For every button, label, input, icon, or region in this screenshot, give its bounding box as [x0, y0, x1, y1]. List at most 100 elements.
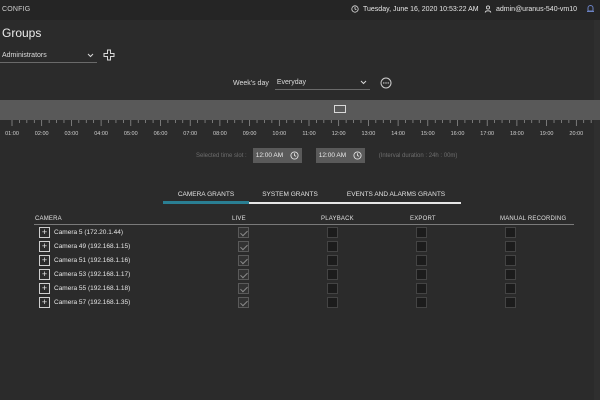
app-title: CONFIG	[2, 6, 31, 13]
export-checkbox[interactable]	[416, 297, 427, 308]
header-live: LIVE	[232, 216, 246, 222]
live-checkbox[interactable]	[238, 269, 249, 280]
slot-end-value: 12:00 AM	[318, 152, 347, 159]
slot-end-field[interactable]: 12:00 AM	[315, 148, 365, 163]
live-checkbox[interactable]	[238, 227, 249, 238]
chevron-down-icon	[87, 53, 94, 57]
playback-checkbox[interactable]	[327, 297, 338, 308]
manual-checkbox[interactable]	[505, 227, 516, 238]
header-playback: PLAYBACK	[321, 216, 354, 222]
manual-checkbox[interactable]	[505, 283, 516, 294]
table-header-divider	[34, 224, 574, 225]
hour-tick-label: 15:00	[420, 131, 435, 137]
hour-tick-label: 11:00	[302, 131, 316, 137]
playback-checkbox[interactable]	[327, 283, 338, 294]
time-slot-row: Selected time slot : 12:00 AM 12:00 AM (…	[196, 148, 457, 163]
table-row: + Camera 57 (192.168.1.35)	[0, 296, 600, 310]
time-range-handle[interactable]	[334, 105, 346, 113]
datetime-display: Tuesday, June 16, 2020 10:53:22 AM	[351, 5, 479, 13]
manual-checkbox[interactable]	[505, 269, 516, 280]
datetime-text: Tuesday, June 16, 2020 10:53:22 AM	[363, 5, 479, 13]
hour-tick-label: 05:00	[123, 131, 138, 137]
expand-icon[interactable]: +	[39, 227, 50, 238]
time-range-slider[interactable]	[0, 100, 600, 120]
export-checkbox[interactable]	[416, 255, 427, 266]
week-day-label: Week's day	[233, 79, 269, 87]
expand-icon[interactable]: +	[39, 255, 50, 266]
expand-icon[interactable]: +	[39, 269, 50, 280]
export-checkbox[interactable]	[416, 283, 427, 294]
table-row: + Camera 55 (192.168.1.18)	[0, 282, 600, 296]
manual-checkbox[interactable]	[505, 297, 516, 308]
hour-tick-label: 02:00	[34, 131, 49, 137]
expand-icon[interactable]: +	[39, 241, 50, 252]
time-slot-label: Selected time slot :	[196, 152, 247, 159]
camera-name: Camera 57 (192.168.1.35)	[54, 299, 131, 306]
hour-tick-label: 20:00	[569, 131, 584, 137]
camera-name: Camera 51 (192.168.1.16)	[54, 257, 131, 264]
hour-tick-label: 01:00	[5, 131, 19, 137]
week-day-control: Week's day Everyday	[233, 76, 392, 90]
page-title: Groups	[2, 26, 42, 40]
grant-tabs: CAMERA GRANTS SYSTEM GRANTS EVENTS AND A…	[163, 189, 461, 205]
hour-tick-label: 17:00	[480, 131, 495, 137]
tab-system-grants[interactable]: SYSTEM GRANTS	[249, 189, 331, 203]
live-checkbox[interactable]	[238, 283, 249, 294]
hour-tick-label: 14:00	[391, 131, 405, 137]
top-bar: CONFIG Tuesday, June 16, 2020 10:53:22 A…	[0, 0, 600, 20]
live-checkbox[interactable]	[238, 241, 249, 252]
group-select-value: Administrators	[2, 51, 47, 59]
playback-checkbox[interactable]	[327, 269, 338, 280]
export-checkbox[interactable]	[416, 227, 427, 238]
slot-start-field[interactable]: 12:00 AM	[252, 148, 302, 163]
hour-tick-label: 18:00	[510, 131, 524, 137]
table-row: + Camera 49 (192.168.1.15)	[0, 240, 600, 254]
add-icon[interactable]	[103, 49, 115, 61]
user-menu[interactable]: admin@uranus-540-vm10	[484, 5, 577, 13]
chevron-down-icon	[360, 80, 367, 85]
scrollbar[interactable]	[594, 20, 600, 400]
hour-tick-label: 03:00	[64, 131, 79, 137]
expand-icon[interactable]: +	[39, 283, 50, 294]
table-row: + Camera 51 (192.168.1.16)	[0, 254, 600, 268]
user-name: admin@uranus-540-vm10	[496, 5, 578, 13]
week-day-value: Everyday	[276, 79, 307, 86]
slot-start-value: 12:00 AM	[255, 152, 284, 159]
live-checkbox[interactable]	[238, 255, 249, 266]
tab-events-alarms-grants[interactable]: EVENTS AND ALARMS GRANTS	[331, 189, 461, 203]
group-select[interactable]: Administrators	[0, 48, 97, 63]
manual-checkbox[interactable]	[505, 255, 516, 266]
header-export: EXPORT	[410, 216, 436, 222]
manual-checkbox[interactable]	[505, 241, 516, 252]
camera-name: Camera 5 (172.20.1.44)	[54, 229, 124, 236]
table-row: + Camera 5 (172.20.1.44)	[0, 226, 600, 240]
playback-checkbox[interactable]	[327, 241, 338, 252]
notification-icon[interactable]	[586, 4, 595, 15]
table-row: + Camera 53 (192.168.1.17)	[0, 268, 600, 282]
hour-tick-label: 04:00	[94, 131, 108, 137]
export-checkbox[interactable]	[416, 241, 427, 252]
hour-tick-label: 19:00	[539, 131, 554, 137]
expand-icon[interactable]: +	[39, 297, 50, 308]
clock-icon	[351, 5, 359, 13]
playback-checkbox[interactable]	[327, 255, 338, 266]
live-checkbox[interactable]	[238, 297, 249, 308]
header-camera: CAMERA	[35, 216, 62, 222]
hour-tick-label: 09:00	[242, 131, 257, 137]
hour-tick-label: 08:00	[213, 131, 227, 137]
camera-name: Camera 49 (192.168.1.15)	[54, 243, 131, 250]
more-icon[interactable]	[380, 77, 392, 89]
interval-duration: (Interval duration : 24h : 00m)	[378, 152, 458, 159]
camera-name: Camera 53 (192.168.1.17)	[54, 271, 131, 278]
hour-tick-label: 07:00	[183, 131, 198, 137]
hour-tick-label: 16:00	[450, 131, 465, 137]
header-manual-recording: MANUAL RECORDING	[500, 216, 567, 222]
clock-icon	[353, 151, 362, 160]
week-day-select[interactable]: Everyday	[274, 76, 370, 90]
hour-tick-label: 13:00	[361, 131, 376, 137]
hour-tick-label: 06:00	[153, 131, 168, 137]
active-tab-indicator	[163, 201, 249, 204]
tab-underline	[249, 202, 461, 204]
playback-checkbox[interactable]	[327, 227, 338, 238]
export-checkbox[interactable]	[416, 269, 427, 280]
